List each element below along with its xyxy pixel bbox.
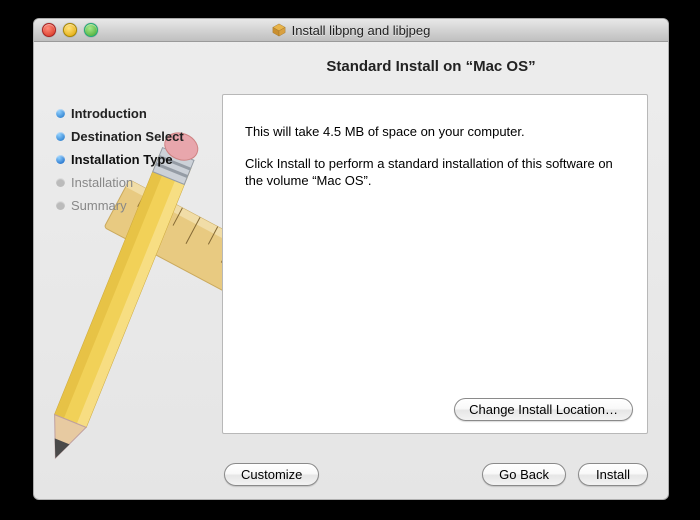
step-label: Installation <box>71 175 133 190</box>
zoom-icon[interactable] <box>84 23 98 37</box>
customize-button[interactable]: Customize <box>224 463 319 486</box>
bullet-icon <box>56 201 65 210</box>
step-introduction: Introduction <box>56 102 216 125</box>
bullet-icon <box>56 132 65 141</box>
step-label: Summary <box>71 198 127 213</box>
close-icon[interactable] <box>42 23 56 37</box>
step-label: Installation Type <box>71 152 173 167</box>
step-label: Destination Select <box>71 129 184 144</box>
steps-sidebar: Introduction Destination Select Installa… <box>56 102 216 217</box>
step-label: Introduction <box>71 106 147 121</box>
window-body: Standard Install on “Mac OS” Introductio… <box>34 42 668 500</box>
footer: Customize Go Back Install <box>34 463 668 486</box>
install-description-text: Click Install to perform a standard inst… <box>245 155 625 190</box>
step-installation: Installation <box>56 171 216 194</box>
bullet-icon <box>56 155 65 164</box>
package-icon <box>272 23 286 37</box>
bullet-icon <box>56 178 65 187</box>
window-title-text: Install libpng and libjpeg <box>292 23 431 38</box>
change-install-location-button[interactable]: Change Install Location… <box>454 398 633 421</box>
step-destination-select: Destination Select <box>56 125 216 148</box>
titlebar: Install libpng and libjpeg <box>34 19 668 42</box>
installer-window: Install libpng and libjpeg Standard Inst… <box>33 18 669 500</box>
traffic-lights <box>42 23 98 37</box>
page-title: Standard Install on “Mac OS” <box>194 42 668 85</box>
bullet-icon <box>56 109 65 118</box>
window-title: Install libpng and libjpeg <box>34 23 668 38</box>
install-button[interactable]: Install <box>578 463 648 486</box>
step-summary: Summary <box>56 194 216 217</box>
step-installation-type: Installation Type <box>56 148 216 171</box>
space-required-text: This will take 4.5 MB of space on your c… <box>245 123 625 141</box>
minimize-icon[interactable] <box>63 23 77 37</box>
go-back-button[interactable]: Go Back <box>482 463 566 486</box>
content-panel: This will take 4.5 MB of space on your c… <box>222 94 648 434</box>
